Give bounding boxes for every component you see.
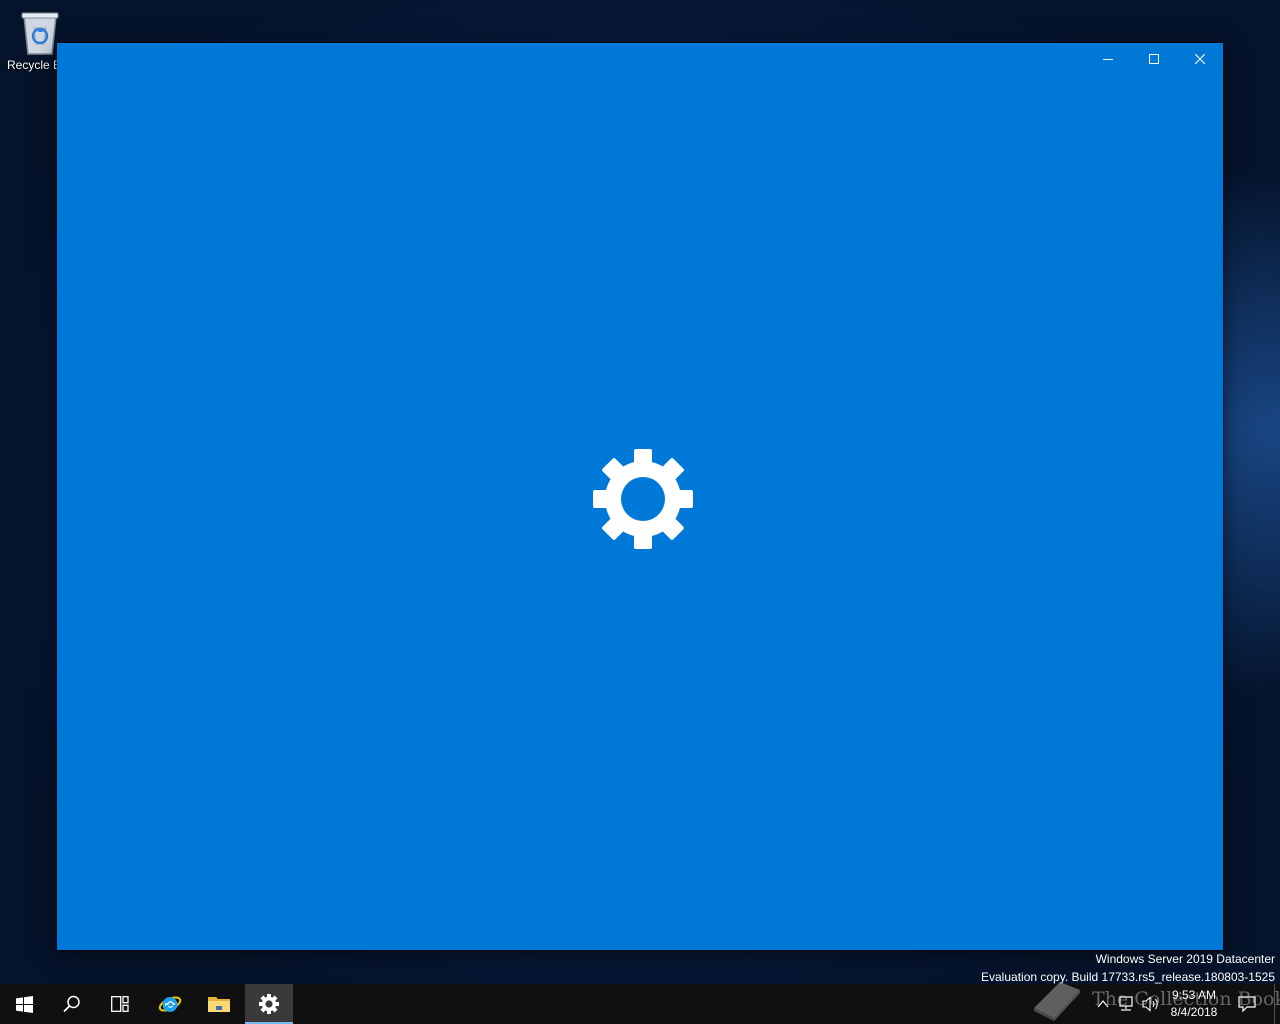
settings-taskbar-button[interactable] xyxy=(245,984,293,1024)
watermark-build: Evaluation copy. Build 17733.rs5_release… xyxy=(981,970,1275,984)
file-explorer-button[interactable] xyxy=(195,984,243,1024)
minimize-icon xyxy=(1103,59,1113,60)
task-view-button[interactable] xyxy=(96,984,144,1024)
internet-explorer-button[interactable] xyxy=(146,984,194,1024)
recycle-bin-label: Recycle B xyxy=(7,58,62,72)
chevron-up-icon xyxy=(1097,1000,1109,1008)
recycle-bin-icon xyxy=(21,12,59,55)
settings-window xyxy=(57,43,1223,950)
action-center-button[interactable] xyxy=(1237,994,1257,1014)
internet-explorer-icon xyxy=(158,996,182,1012)
close-button[interactable] xyxy=(1177,43,1223,75)
show-hidden-icons-button[interactable] xyxy=(1093,994,1113,1014)
windows-build-watermark: Windows Server 2019 Datacenter Evaluatio… xyxy=(981,950,1275,984)
minimize-button[interactable] xyxy=(1085,43,1131,75)
network-icon xyxy=(1119,996,1133,1011)
taskbar: 9:53 AM 8/4/2018 xyxy=(0,984,1280,1024)
clock-time: 9:53 AM xyxy=(1171,988,1217,1002)
show-desktop-button[interactable] xyxy=(1274,984,1280,1024)
windows-logo-icon xyxy=(15,995,33,1013)
maximize-icon xyxy=(1149,54,1159,64)
network-tray-button[interactable] xyxy=(1117,994,1137,1014)
task-view-icon xyxy=(111,996,129,1012)
search-icon xyxy=(63,995,80,1013)
gear-icon xyxy=(259,994,279,1014)
desktop: Recycle B Windows Server 2019 Datacenter… xyxy=(0,0,1280,984)
taskbar-clock[interactable]: 9:53 AM 8/4/2018 xyxy=(1164,987,1224,1021)
caption-buttons xyxy=(1085,43,1223,75)
maximize-button[interactable] xyxy=(1131,43,1177,75)
gear-icon xyxy=(593,449,693,549)
watermark-edition: Windows Server 2019 Datacenter xyxy=(1095,952,1275,966)
notification-icon xyxy=(1238,996,1256,1012)
volume-tray-button[interactable] xyxy=(1141,994,1161,1014)
search-button[interactable] xyxy=(48,984,96,1024)
clock-date: 8/4/2018 xyxy=(1170,1005,1218,1019)
volume-icon xyxy=(1142,996,1158,1012)
start-button[interactable] xyxy=(0,984,48,1024)
close-icon xyxy=(1195,54,1205,64)
folder-icon xyxy=(208,997,230,1012)
